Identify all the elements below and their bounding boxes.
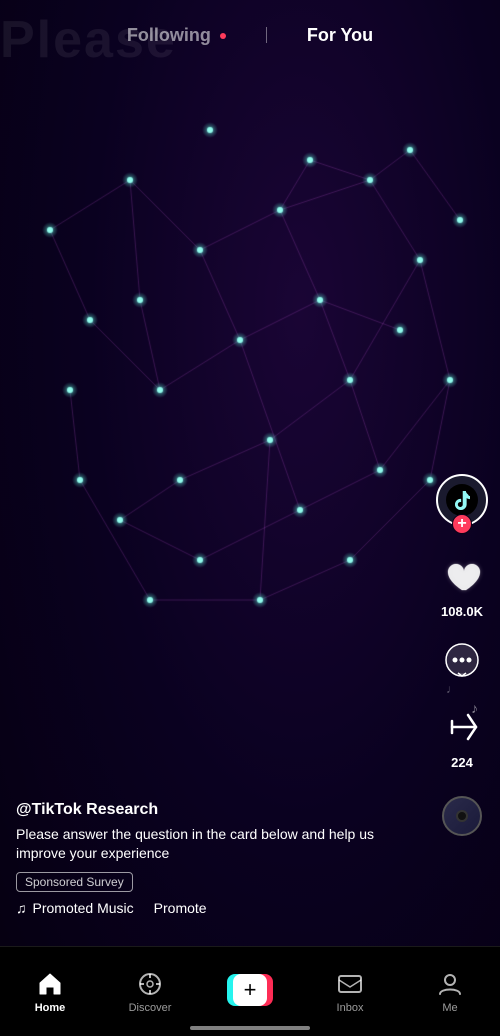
following-tab[interactable]: Following (117, 20, 236, 51)
home-indicator (190, 1026, 310, 1030)
comment-icon (438, 637, 486, 685)
music-disc-icon (442, 796, 482, 836)
plus-icon: + (244, 979, 257, 1001)
tab-home-label: Home (35, 1002, 66, 1014)
tab-add[interactable]: + (220, 972, 280, 1008)
share-icon (438, 703, 486, 751)
tab-discover-label: Discover (129, 1002, 172, 1014)
video-description: Please answer the question in the card b… (16, 825, 404, 864)
profile-icon (436, 970, 464, 998)
top-navigation: Following For You (0, 0, 500, 70)
tab-me[interactable]: Me (420, 970, 480, 1014)
tiktok-logo-icon (446, 484, 478, 516)
tab-home[interactable]: Home (20, 970, 80, 1014)
tab-inbox-label: Inbox (337, 1002, 364, 1014)
creator-username[interactable]: @TikTok Research (16, 801, 404, 819)
music-name[interactable]: Promoted Music (33, 900, 134, 916)
add-button[interactable]: + (225, 972, 275, 1008)
tab-me-label: Me (442, 1002, 457, 1014)
inbox-icon (336, 970, 364, 998)
music-note-1: ♪ (471, 700, 478, 716)
heart-icon (438, 552, 486, 600)
like-button[interactable]: 108.0K (438, 552, 486, 619)
comment-button[interactable] (438, 637, 486, 685)
music-promoted-label: Promote (154, 900, 207, 916)
right-action-panel: + 108.0K (436, 474, 488, 836)
creator-avatar[interactable]: + (436, 474, 488, 526)
bottom-navigation: Home Discover + (0, 946, 500, 1036)
video-info-panel: @TikTok Research Please answer the quest… (0, 801, 420, 916)
music-disc-center (456, 810, 468, 822)
sponsored-badge: Sponsored Survey (16, 872, 133, 892)
music-note-2: ♩ (446, 682, 458, 696)
live-dot-indicator (220, 33, 226, 39)
nav-divider (266, 27, 267, 43)
for-you-tab[interactable]: For You (297, 20, 383, 51)
tab-discover[interactable]: Discover (120, 970, 180, 1014)
music-info-row: ♫ Promoted Music Promote (16, 900, 404, 916)
like-count: 108.0K (441, 604, 483, 619)
tab-inbox[interactable]: Inbox (320, 970, 380, 1014)
discover-icon (136, 970, 164, 998)
music-note-icon: ♫ (16, 900, 27, 916)
follow-plus-button[interactable]: + (452, 514, 472, 534)
add-button-inner: + (227, 974, 273, 1006)
home-icon (36, 970, 64, 998)
music-disc-button[interactable] (442, 796, 482, 836)
add-button-white: + (233, 974, 267, 1006)
share-count: 224 (451, 755, 473, 770)
share-button[interactable]: 224 (438, 703, 486, 770)
